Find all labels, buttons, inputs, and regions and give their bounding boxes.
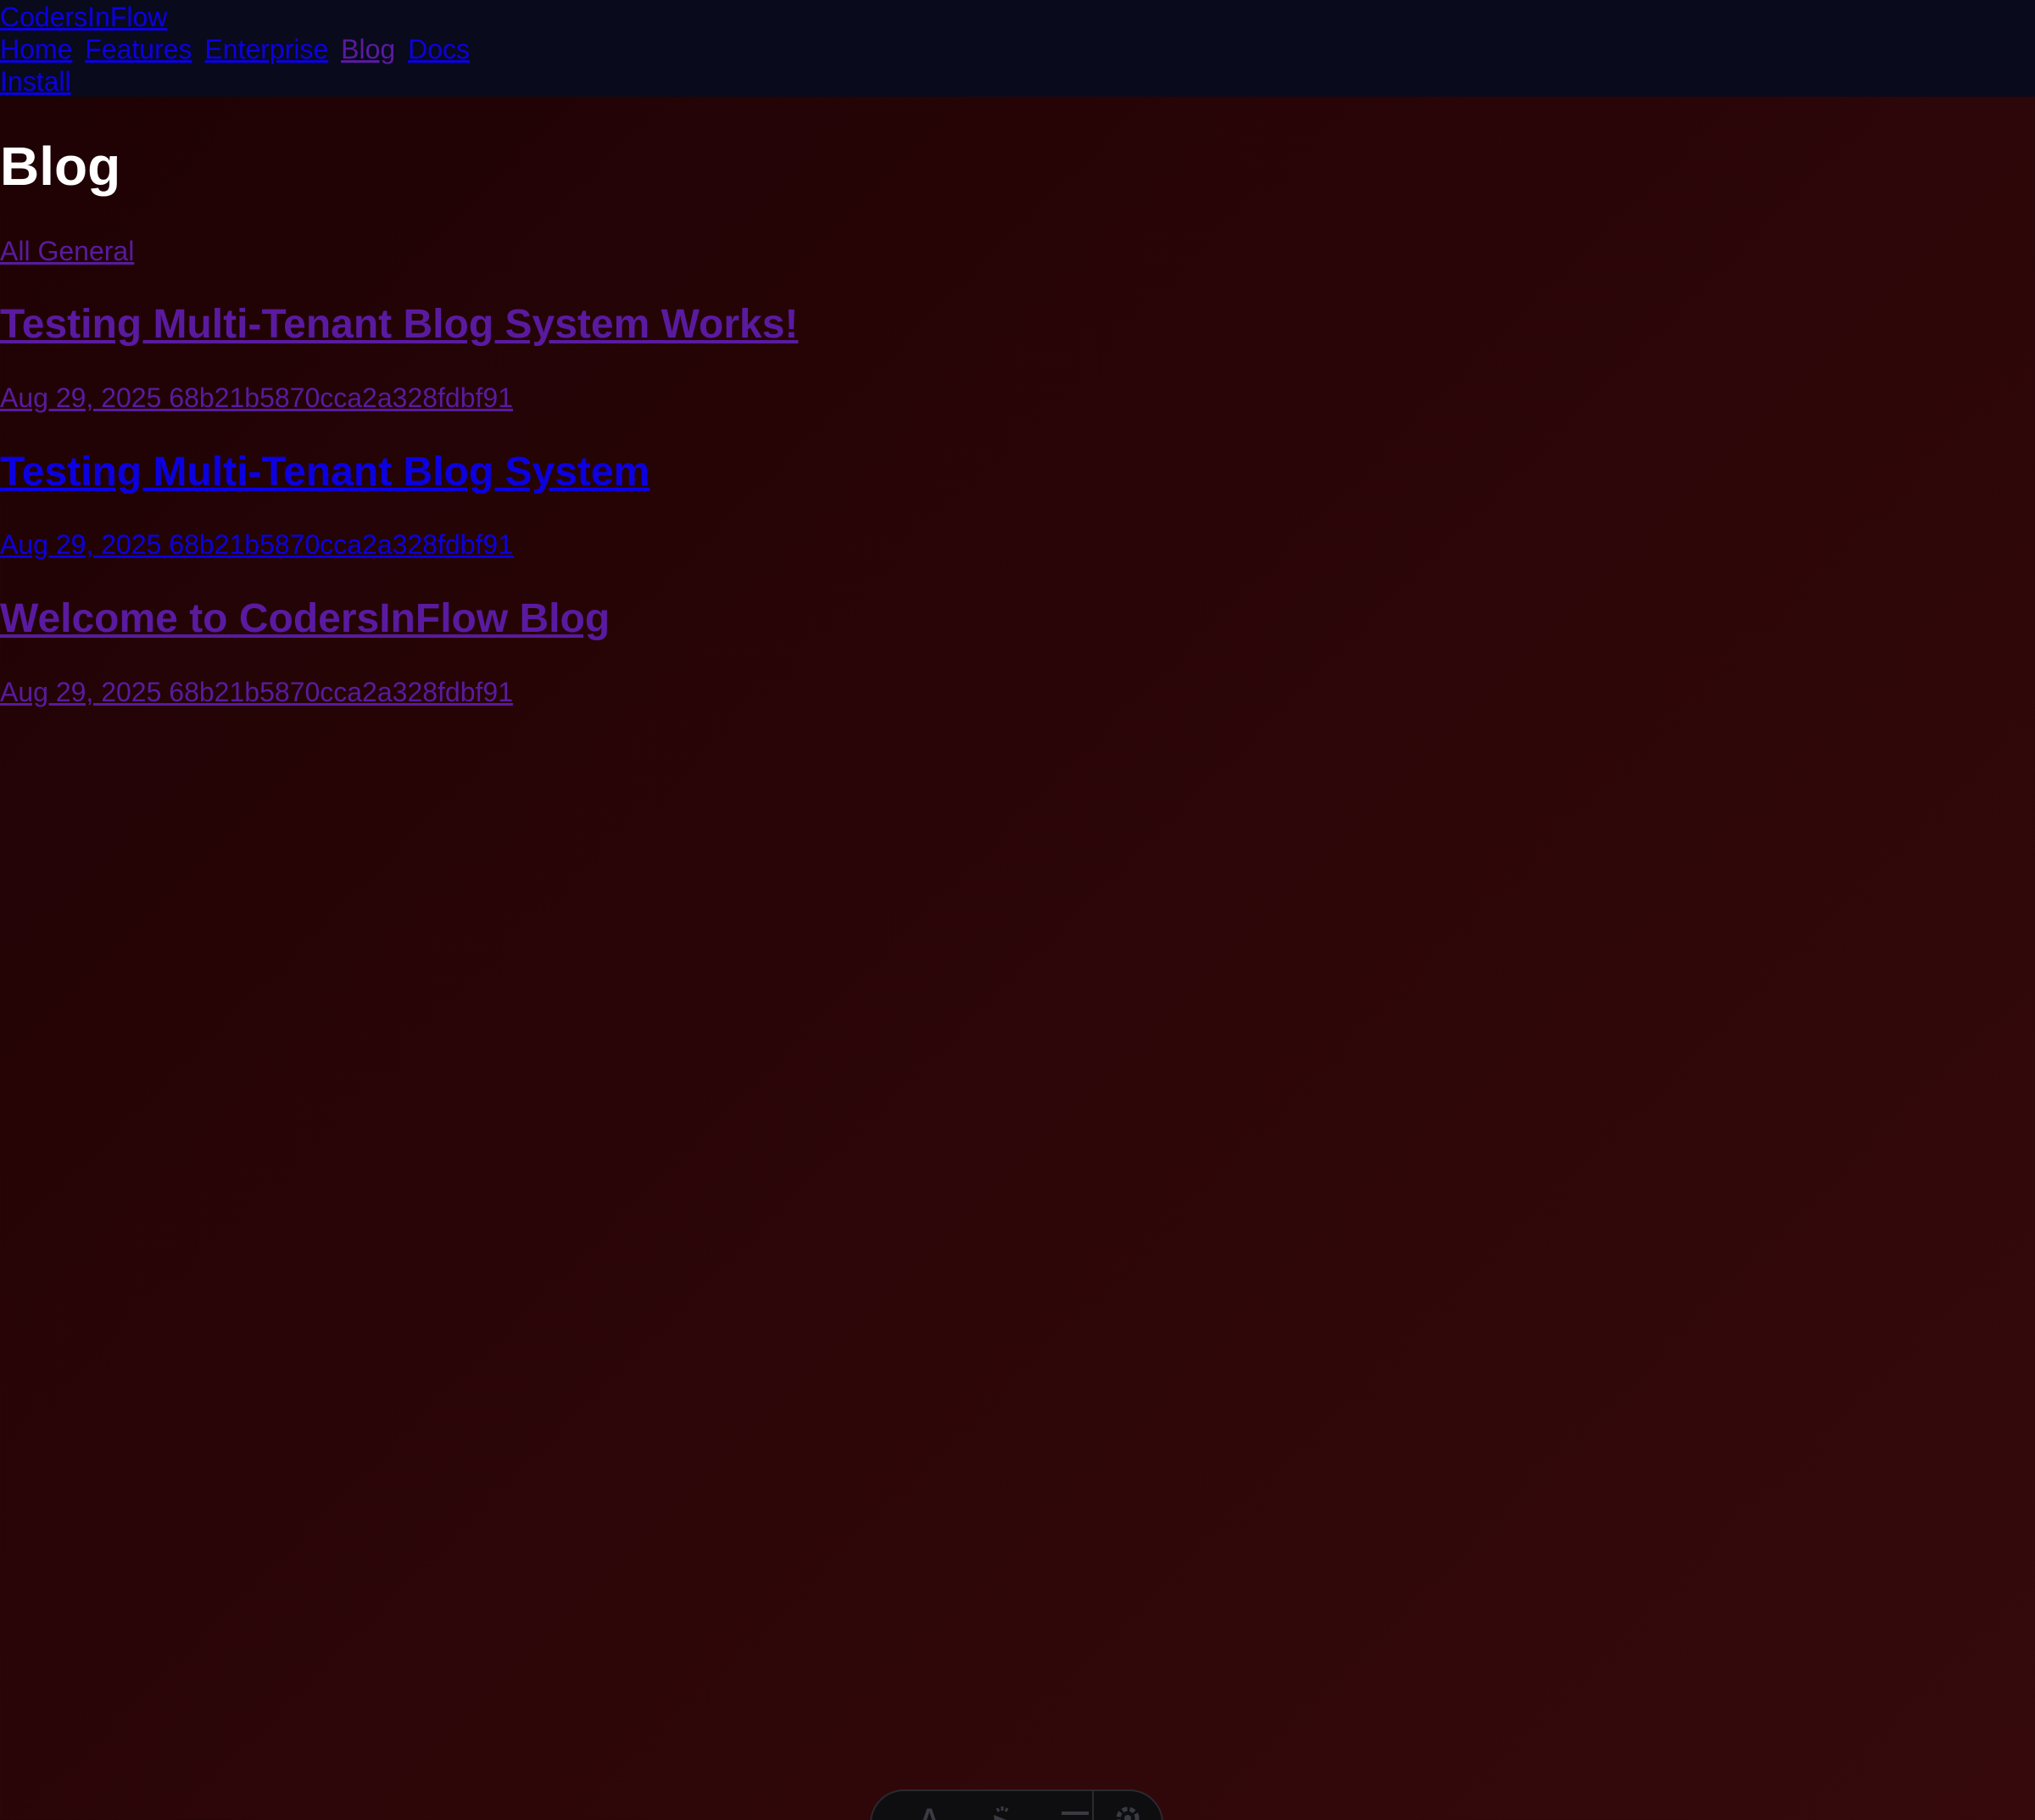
category-filters: All General (0, 234, 134, 268)
post-title-link[interactable]: Testing Multi-Tenant Blog System Works! (0, 300, 798, 349)
settings-icon[interactable] (1111, 1801, 1145, 1820)
pointer-icon[interactable] (985, 1801, 1019, 1820)
main-nav: Home Features Enterprise Blog Docs (0, 32, 475, 66)
toolbar-divider (1092, 1791, 1094, 1820)
post-meta-link[interactable]: Aug 29, 2025 68b21b5870cca2a328fdbf91 (0, 675, 513, 709)
nav-link-docs[interactable]: Docs (408, 34, 470, 64)
nav-link-home[interactable]: Home (0, 34, 72, 64)
post-meta-link[interactable]: Aug 29, 2025 68b21b5870cca2a328fdbf91 (0, 528, 513, 561)
filter-all-general-link[interactable]: All General (0, 236, 134, 266)
text-icon[interactable]: A (912, 1801, 946, 1820)
top-navigation-bar: CodersInFlow Home Features Enterprise Bl… (0, 0, 2035, 97)
floating-toolbar: A (870, 1789, 1163, 1820)
page-title: Blog (0, 136, 121, 197)
nav-link-enterprise[interactable]: Enterprise (204, 34, 328, 64)
brand-link[interactable]: CodersInFlow (0, 0, 167, 34)
nav-link-features[interactable]: Features (85, 34, 192, 64)
menu-icon[interactable] (1058, 1801, 1092, 1820)
nav-link-blog[interactable]: Blog (341, 34, 395, 64)
post-title-link[interactable]: Testing Multi-Tenant Blog System (0, 448, 650, 497)
post-meta-link[interactable]: Aug 29, 2025 68b21b5870cca2a328fdbf91 (0, 381, 513, 415)
install-link[interactable]: Install (0, 64, 71, 98)
post-title-link[interactable]: Welcome to CodersInFlow Blog (0, 595, 610, 644)
